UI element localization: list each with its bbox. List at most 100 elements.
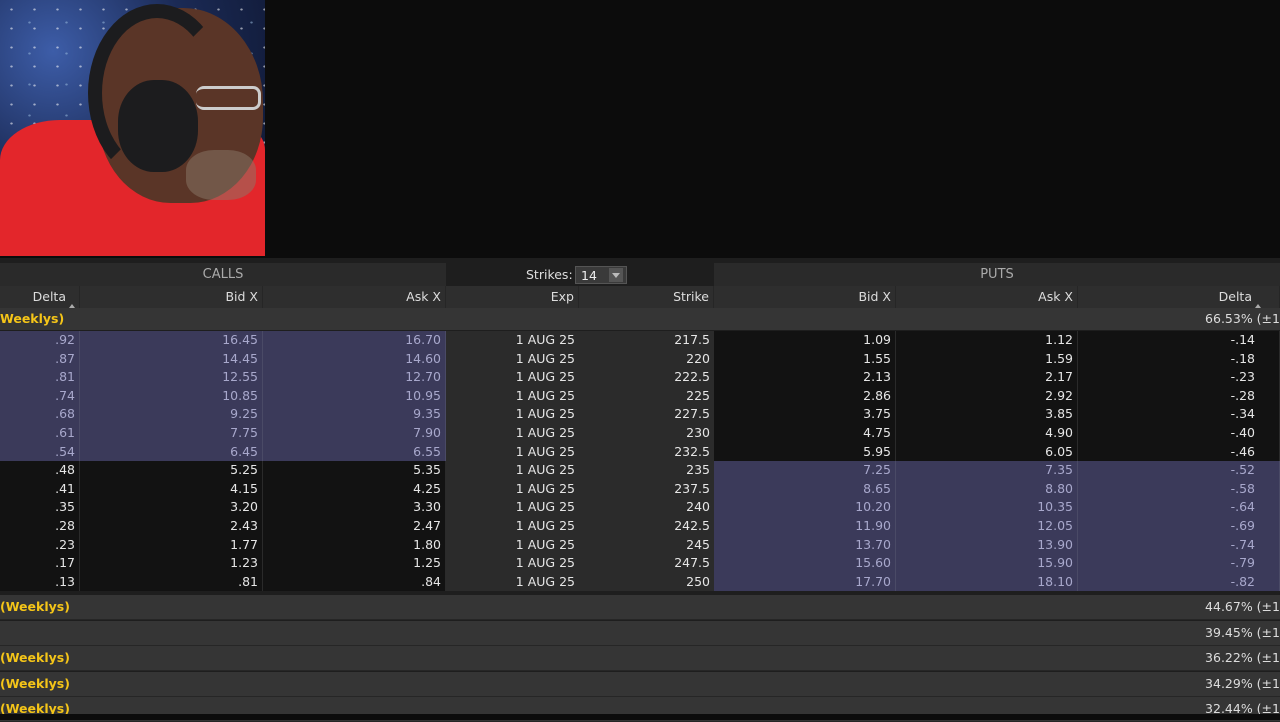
table-row[interactable]: .41 4.15 4.25 1 AUG 25 237.5 8.65 8.80 -.58	[0, 479, 1280, 499]
col-put-delta[interactable]: Delta	[1078, 286, 1280, 308]
expiration-group-row[interactable]: (Weeklys) 36.22% (±1	[0, 646, 1280, 672]
put-bid-cell[interactable]: 1.09	[714, 331, 896, 350]
col-exp[interactable]: Exp	[446, 286, 579, 308]
put-ask-cell[interactable]: 1.12	[896, 331, 1078, 350]
put-delta-cell[interactable]: -.28	[1078, 386, 1280, 406]
call-bid-cell[interactable]: 2.43	[80, 517, 263, 536]
put-bid-cell[interactable]: 10.20	[714, 498, 896, 517]
call-ask-cell[interactable]: 1.25	[263, 554, 446, 573]
put-ask-cell[interactable]: 10.35	[896, 498, 1078, 517]
call-ask-cell[interactable]: 12.70	[263, 368, 446, 387]
call-bid-cell[interactable]: 3.20	[80, 498, 263, 517]
table-row[interactable]: .48 5.25 5.35 1 AUG 25 235 7.25 7.35 -.52	[0, 461, 1280, 480]
call-ask-cell[interactable]: 4.25	[263, 479, 446, 499]
table-row[interactable]: .35 3.20 3.30 1 AUG 25 240 10.20 10.35 -.64	[0, 498, 1280, 517]
put-delta-cell[interactable]: -.46	[1078, 442, 1280, 462]
call-bid-cell[interactable]: 12.55	[80, 368, 263, 387]
call-ask-cell[interactable]: 5.35	[263, 461, 446, 480]
call-delta-cell[interactable]: .74	[0, 386, 80, 406]
table-row[interactable]: .61 7.75 7.90 1 AUG 25 230 4.75 4.90 -.40	[0, 424, 1280, 443]
table-row[interactable]: .54 6.45 6.55 1 AUG 25 232.5 5.95 6.05 -.46	[0, 442, 1280, 462]
put-delta-cell[interactable]: -.58	[1078, 479, 1280, 499]
call-ask-cell[interactable]: 16.70	[263, 331, 446, 350]
call-delta-cell[interactable]: .48	[0, 461, 80, 480]
table-row[interactable]: .81 12.55 12.70 1 AUG 25 222.5 2.13 2.17 -.23	[0, 368, 1280, 387]
put-ask-cell[interactable]: 12.05	[896, 517, 1078, 536]
put-ask-cell[interactable]: 2.17	[896, 368, 1078, 387]
table-row[interactable]: .74 10.85 10.95 1 AUG 25 225 2.86 2.92 -.28	[0, 386, 1280, 406]
call-ask-cell[interactable]: 7.90	[263, 424, 446, 443]
col-put-ask[interactable]: Ask X	[896, 286, 1078, 308]
call-ask-cell[interactable]: 9.35	[263, 405, 446, 424]
col-call-bid[interactable]: Bid X	[80, 286, 263, 308]
put-ask-cell[interactable]: 8.80	[896, 479, 1078, 499]
table-row[interactable]: .28 2.43 2.47 1 AUG 25 242.5 11.90 12.05 -.69	[0, 517, 1280, 536]
call-ask-cell[interactable]: 6.55	[263, 442, 446, 462]
call-bid-cell[interactable]: .81	[80, 572, 263, 592]
put-ask-cell[interactable]: 6.05	[896, 442, 1078, 462]
put-bid-cell[interactable]: 8.65	[714, 479, 896, 499]
expiration-group-row[interactable]: (Weeklys) 34.29% (±1	[0, 671, 1280, 697]
call-bid-cell[interactable]: 6.45	[80, 442, 263, 462]
call-delta-cell[interactable]: .41	[0, 479, 80, 499]
table-row[interactable]: .13.81.84 1 AUG 25 250 17.70 18.10 -.82	[0, 572, 1280, 592]
call-bid-cell[interactable]: 14.45	[80, 349, 263, 369]
call-delta-cell[interactable]: .35	[0, 498, 80, 517]
put-delta-cell[interactable]: -.18	[1078, 349, 1280, 369]
col-put-bid[interactable]: Bid X	[714, 286, 896, 308]
put-delta-cell[interactable]: -.79	[1078, 554, 1280, 573]
put-bid-cell[interactable]: 3.75	[714, 405, 896, 424]
table-row[interactable]: .92 16.45 16.70 1 AUG 25 217.5 1.09 1.12 -.14	[0, 331, 1280, 350]
call-delta-cell[interactable]: .68	[0, 405, 80, 424]
call-delta-cell[interactable]: .23	[0, 535, 80, 555]
call-bid-cell[interactable]: 7.75	[80, 424, 263, 443]
put-ask-cell[interactable]: 15.90	[896, 554, 1078, 573]
call-bid-cell[interactable]: 1.23	[80, 554, 263, 573]
call-delta-cell[interactable]: .17	[0, 554, 80, 573]
call-delta-cell[interactable]: .28	[0, 517, 80, 536]
call-delta-cell[interactable]: .61	[0, 424, 80, 443]
call-delta-cell[interactable]: .92	[0, 331, 80, 350]
put-bid-cell[interactable]: 5.95	[714, 442, 896, 462]
put-bid-cell[interactable]: 13.70	[714, 535, 896, 555]
put-ask-cell[interactable]: 13.90	[896, 535, 1078, 555]
expiration-group-row[interactable]: Weeklys) 66.53% (±1	[0, 308, 1280, 330]
put-ask-cell[interactable]: 18.10	[896, 572, 1078, 592]
col-strike[interactable]: Strike	[579, 286, 714, 308]
call-ask-cell[interactable]: 3.30	[263, 498, 446, 517]
call-delta-cell[interactable]: .87	[0, 349, 80, 369]
put-bid-cell[interactable]: 11.90	[714, 517, 896, 536]
put-delta-cell[interactable]: -.69	[1078, 517, 1280, 536]
call-delta-cell[interactable]: .13	[0, 572, 80, 592]
table-row[interactable]: .87 14.45 14.60 1 AUG 25 220 1.55 1.59 -.18	[0, 349, 1280, 369]
put-ask-cell[interactable]: 7.35	[896, 461, 1078, 480]
put-ask-cell[interactable]: 1.59	[896, 349, 1078, 369]
call-delta-cell[interactable]: .81	[0, 368, 80, 387]
put-ask-cell[interactable]: 3.85	[896, 405, 1078, 424]
put-delta-cell[interactable]: -.34	[1078, 405, 1280, 424]
put-bid-cell[interactable]: 2.86	[714, 386, 896, 406]
call-ask-cell[interactable]: 10.95	[263, 386, 446, 406]
expiration-group-row[interactable]: (Weeklys) 44.67% (±1	[0, 595, 1280, 620]
call-bid-cell[interactable]: 9.25	[80, 405, 263, 424]
put-ask-cell[interactable]: 4.90	[896, 424, 1078, 443]
call-ask-cell[interactable]: 1.80	[263, 535, 446, 555]
put-delta-cell[interactable]: -.40	[1078, 424, 1280, 443]
put-delta-cell[interactable]: -.74	[1078, 535, 1280, 555]
put-delta-cell[interactable]: -.14	[1078, 331, 1280, 350]
call-delta-cell[interactable]: .54	[0, 442, 80, 462]
call-bid-cell[interactable]: 16.45	[80, 331, 263, 350]
call-bid-cell[interactable]: 4.15	[80, 479, 263, 499]
call-bid-cell[interactable]: 1.77	[80, 535, 263, 555]
expiration-group-row[interactable]: 39.45% (±1	[0, 620, 1280, 646]
put-bid-cell[interactable]: 2.13	[714, 368, 896, 387]
put-bid-cell[interactable]: 17.70	[714, 572, 896, 592]
put-delta-cell[interactable]: -.52	[1078, 461, 1280, 480]
put-delta-cell[interactable]: -.82	[1078, 572, 1280, 592]
chevron-down-icon[interactable]	[609, 268, 623, 282]
table-row[interactable]: .17 1.23 1.25 1 AUG 25 247.5 15.60 15.90 -.79	[0, 554, 1280, 573]
call-bid-cell[interactable]: 10.85	[80, 386, 263, 406]
put-bid-cell[interactable]: 1.55	[714, 349, 896, 369]
call-bid-cell[interactable]: 5.25	[80, 461, 263, 480]
strikes-dropdown[interactable]: 14	[575, 266, 627, 284]
